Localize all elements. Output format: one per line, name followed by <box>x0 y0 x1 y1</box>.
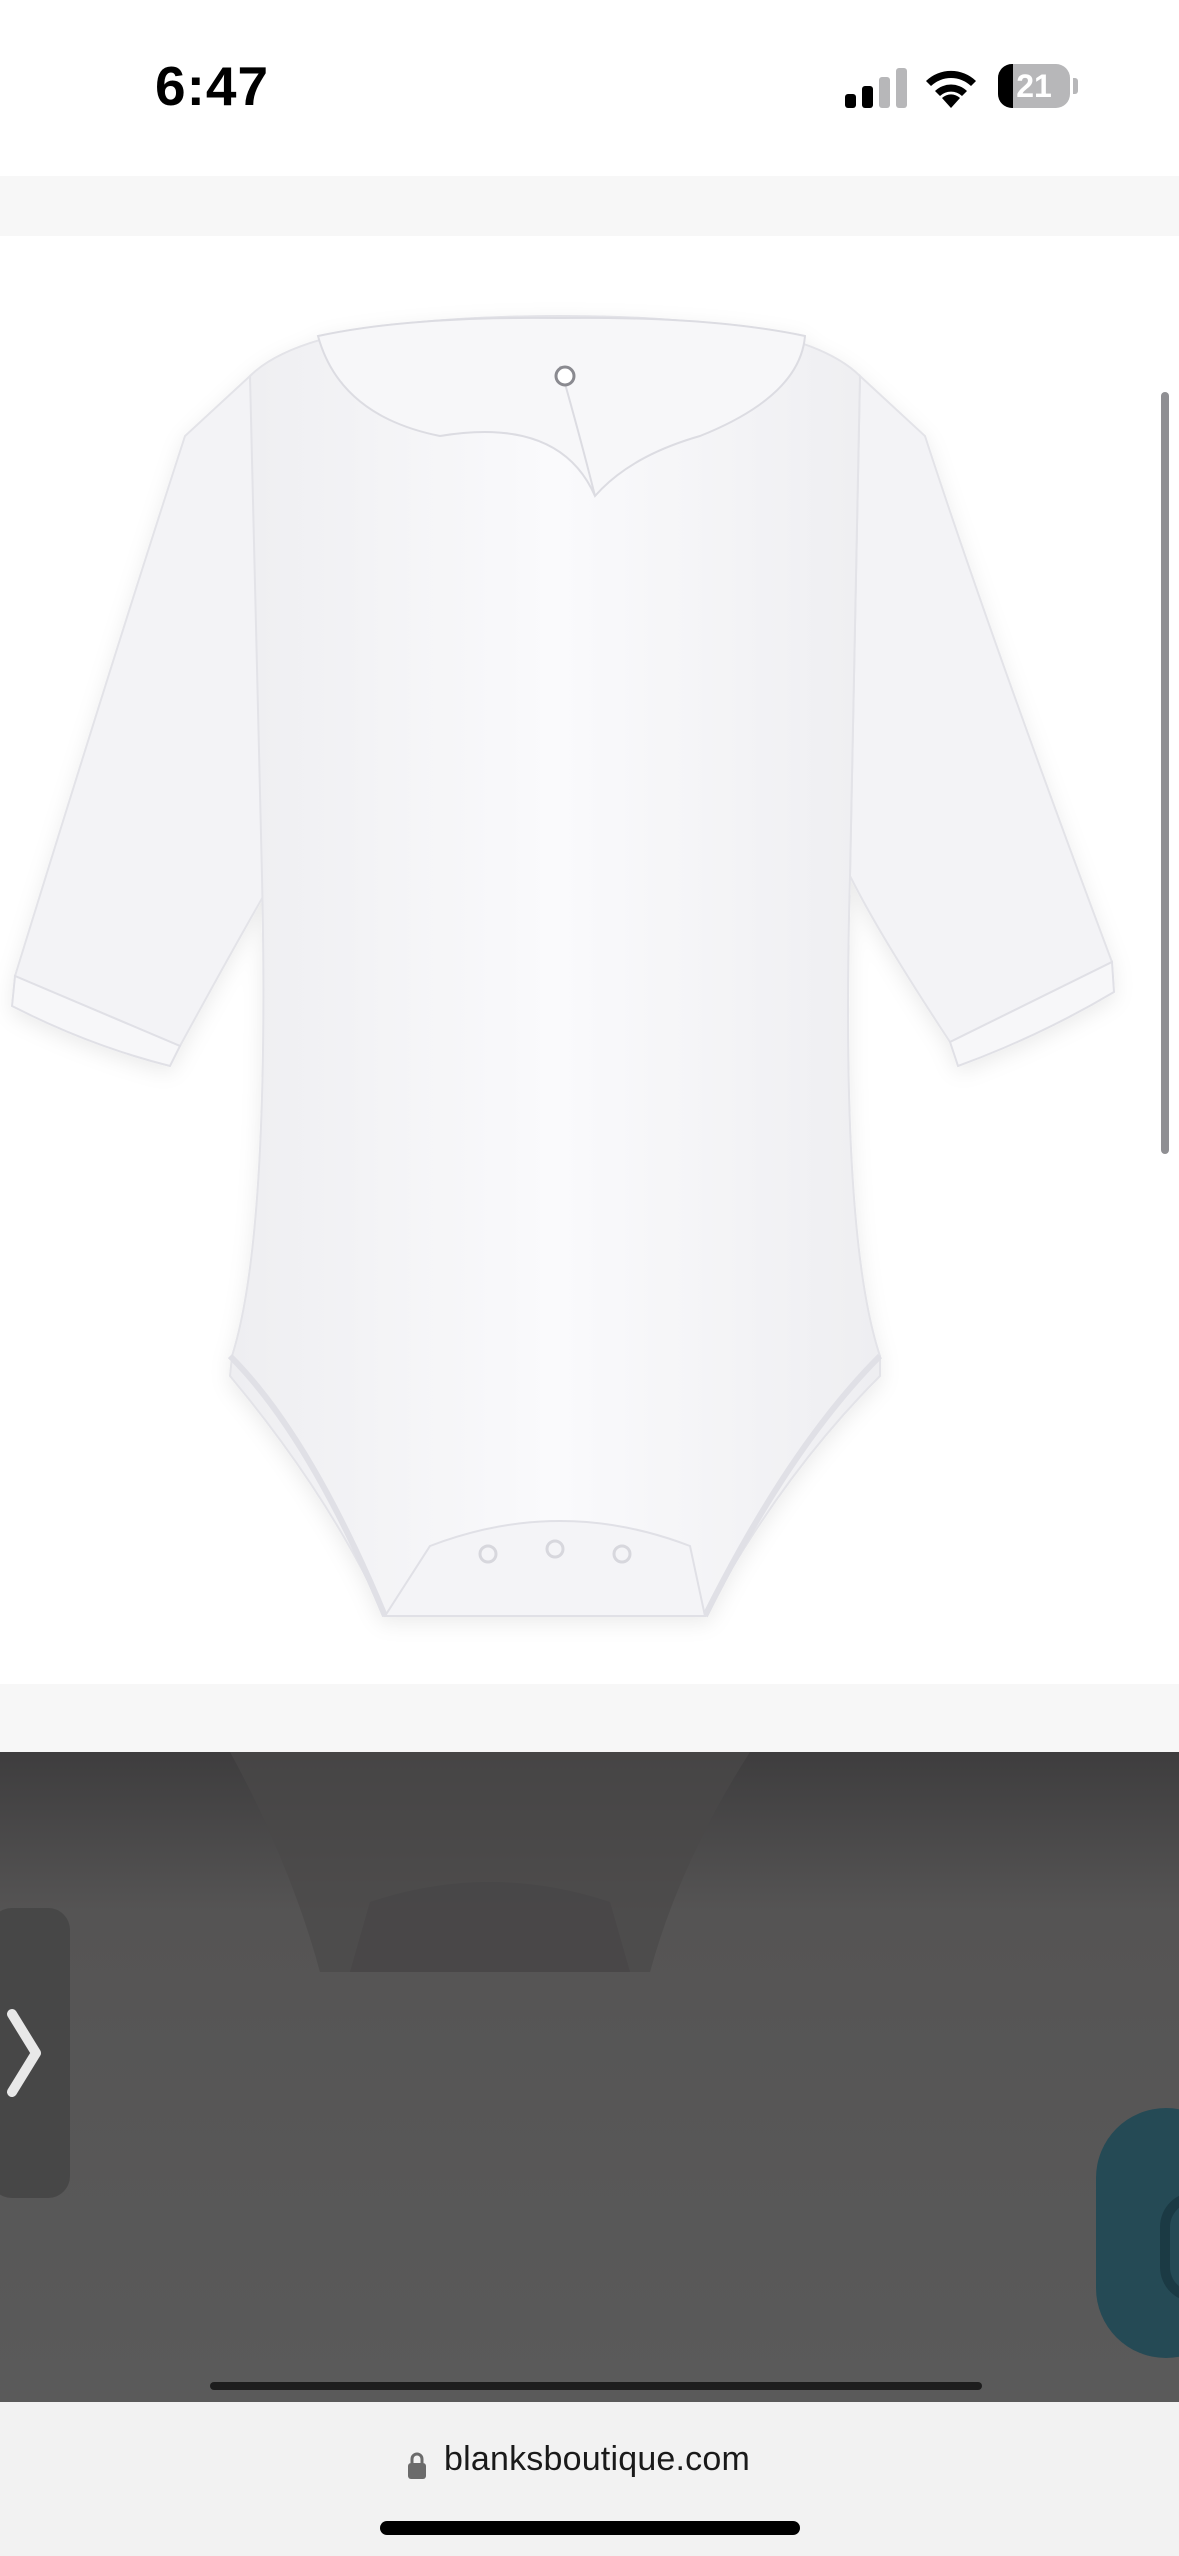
wifi-icon <box>926 70 976 108</box>
status-time: 6:47 <box>155 55 270 117</box>
lock-icon <box>408 2452 426 2479</box>
product-image[interactable] <box>0 236 1179 1684</box>
battery-level: 21 <box>1016 68 1052 104</box>
url-text[interactable]: blanksboutique.com <box>444 2440 750 2479</box>
chevron-right-icon <box>7 2009 41 2097</box>
scroll-indicator <box>210 2382 982 2390</box>
carousel-next-button[interactable] <box>0 1908 70 2198</box>
status-bar: 6:47 21 <box>0 0 1179 176</box>
browser-url-bar[interactable]: blanksboutique.com <box>0 2402 1179 2556</box>
ghost-product-image <box>230 1752 750 1972</box>
dimmed-overlay <box>0 1752 1179 2402</box>
cellular-signal-icon <box>845 68 907 108</box>
bodysuit-illustration <box>10 314 1116 1618</box>
scrollbar[interactable] <box>1161 392 1169 1154</box>
home-indicator <box>380 2521 800 2535</box>
page-band <box>0 176 1179 236</box>
battery-icon: 21 <box>998 64 1080 108</box>
page-band <box>0 1684 1179 1752</box>
